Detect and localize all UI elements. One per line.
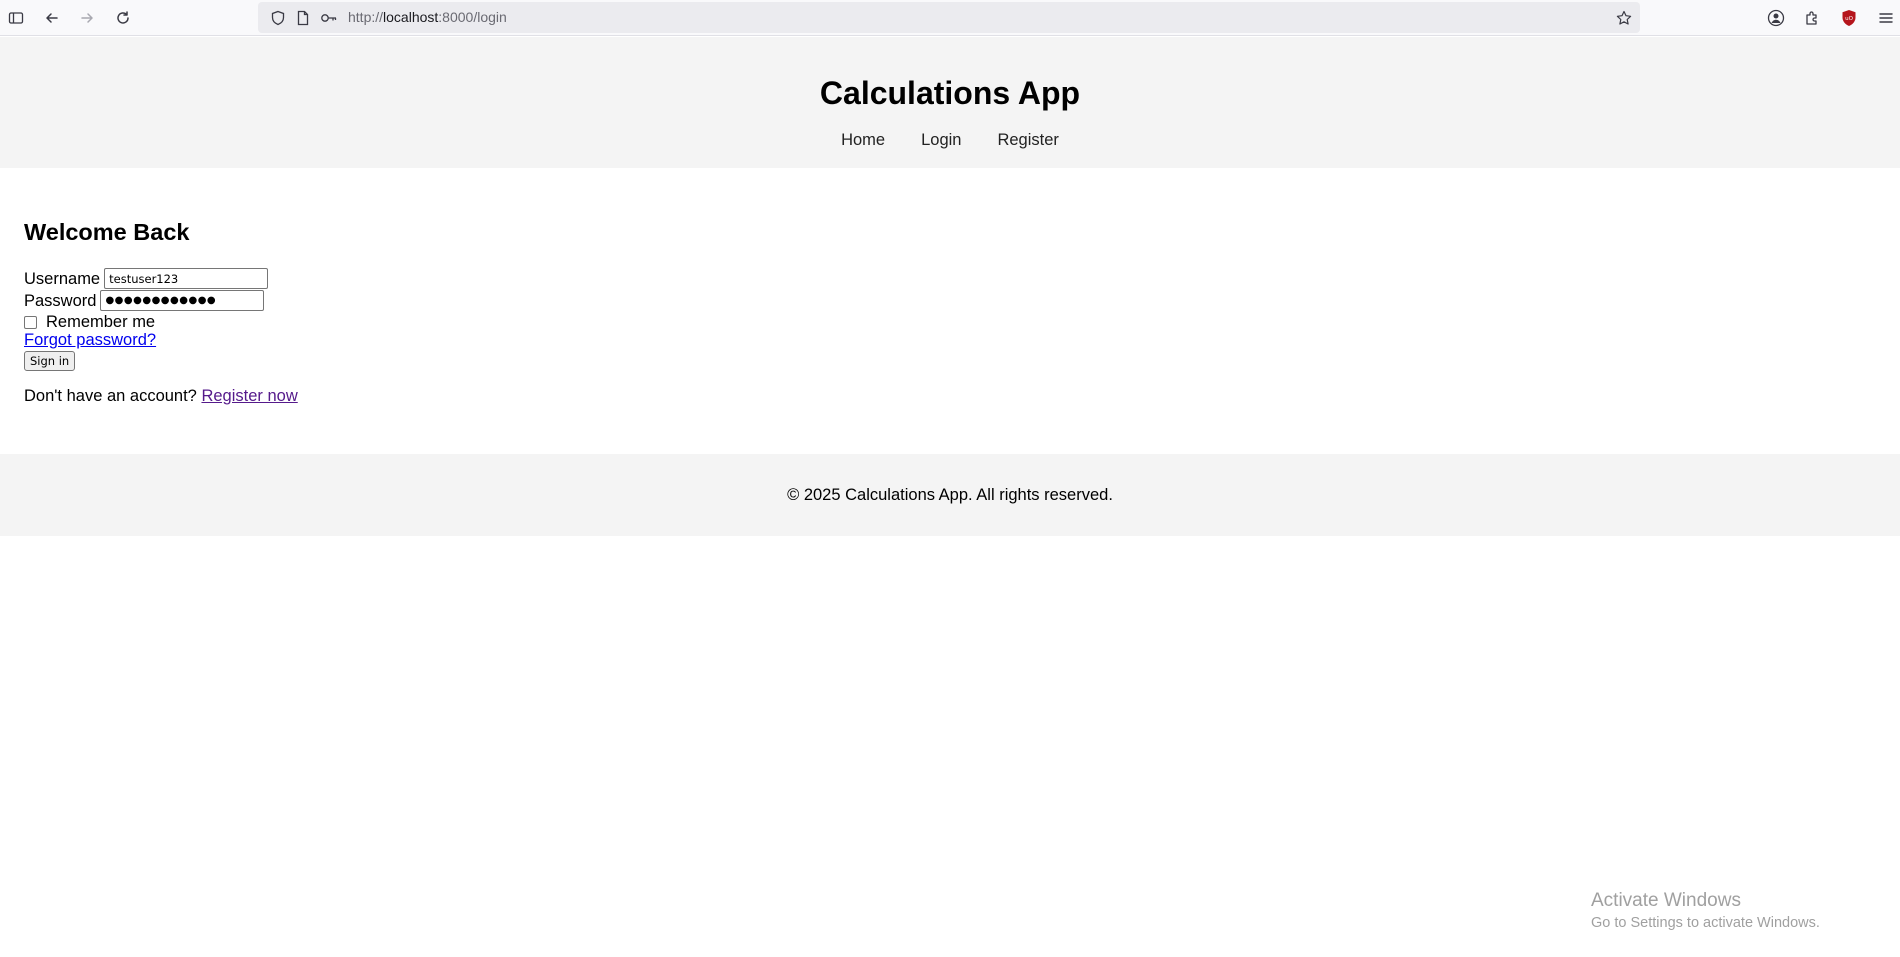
- menu-icon[interactable]: [1874, 6, 1898, 30]
- username-input[interactable]: [104, 268, 269, 289]
- username-label: Username: [24, 269, 101, 288]
- username-row: Username: [24, 268, 269, 289]
- svg-text:uO: uO: [1845, 16, 1853, 22]
- nav-register-link[interactable]: Register: [997, 131, 1058, 150]
- bookmark-star-icon[interactable]: [1612, 6, 1636, 30]
- watermark-subtitle: Go to Settings to activate Windows.: [1591, 915, 1820, 931]
- nav-login-link[interactable]: Login: [921, 131, 961, 150]
- shield-icon[interactable]: [266, 6, 290, 30]
- forward-icon[interactable]: [75, 6, 99, 30]
- sidebar-icon[interactable]: [4, 6, 28, 30]
- browser-toolbar: http://localhost:8000/login uO: [0, 0, 1900, 36]
- reload-icon[interactable]: [111, 6, 135, 30]
- extensions-icon[interactable]: [1800, 6, 1824, 30]
- register-prompt: Don't have an account?: [24, 387, 197, 405]
- password-row: Password ●●●●●●●●●●●●: [24, 290, 265, 311]
- remember-row: Remember me: [19, 312, 155, 332]
- site-footer: © 2025 Calculations App. All rights rese…: [0, 454, 1900, 536]
- welcome-heading: Welcome Back: [24, 219, 190, 245]
- remember-checkbox[interactable]: [24, 315, 37, 329]
- forgot-password-link[interactable]: Forgot password?: [24, 330, 156, 350]
- nav-home-link[interactable]: Home: [841, 131, 885, 150]
- key-icon[interactable]: [317, 6, 341, 30]
- site-title: Calculations App: [819, 75, 1081, 111]
- register-now-link[interactable]: Register now: [201, 386, 297, 406]
- watermark-title: Activate Windows: [1591, 890, 1741, 911]
- register-prompt-row: Don't have an account? Register now: [24, 386, 298, 406]
- site-header: Calculations App Home Login Register: [0, 37, 1900, 168]
- footer-copyright: © 2025 Calculations App. All rights rese…: [787, 486, 1113, 504]
- url-bar[interactable]: http://localhost:8000/login: [258, 2, 1640, 33]
- url-text[interactable]: http://localhost:8000/login: [348, 2, 507, 33]
- forgot-row: Forgot password?: [24, 330, 156, 350]
- activate-windows-watermark: Activate Windows Go to Settings to activ…: [1591, 889, 1820, 933]
- password-input[interactable]: ●●●●●●●●●●●●: [100, 290, 265, 311]
- ublock-icon[interactable]: uO: [1837, 6, 1861, 30]
- account-icon[interactable]: [1764, 6, 1788, 30]
- back-icon[interactable]: [40, 6, 64, 30]
- password-label: Password: [24, 291, 97, 310]
- page-icon[interactable]: [291, 6, 315, 30]
- sign-in-button[interactable]: Sign in: [24, 351, 76, 371]
- remember-label: Remember me: [46, 313, 156, 331]
- site-nav: Home Login Register: [0, 131, 1900, 150]
